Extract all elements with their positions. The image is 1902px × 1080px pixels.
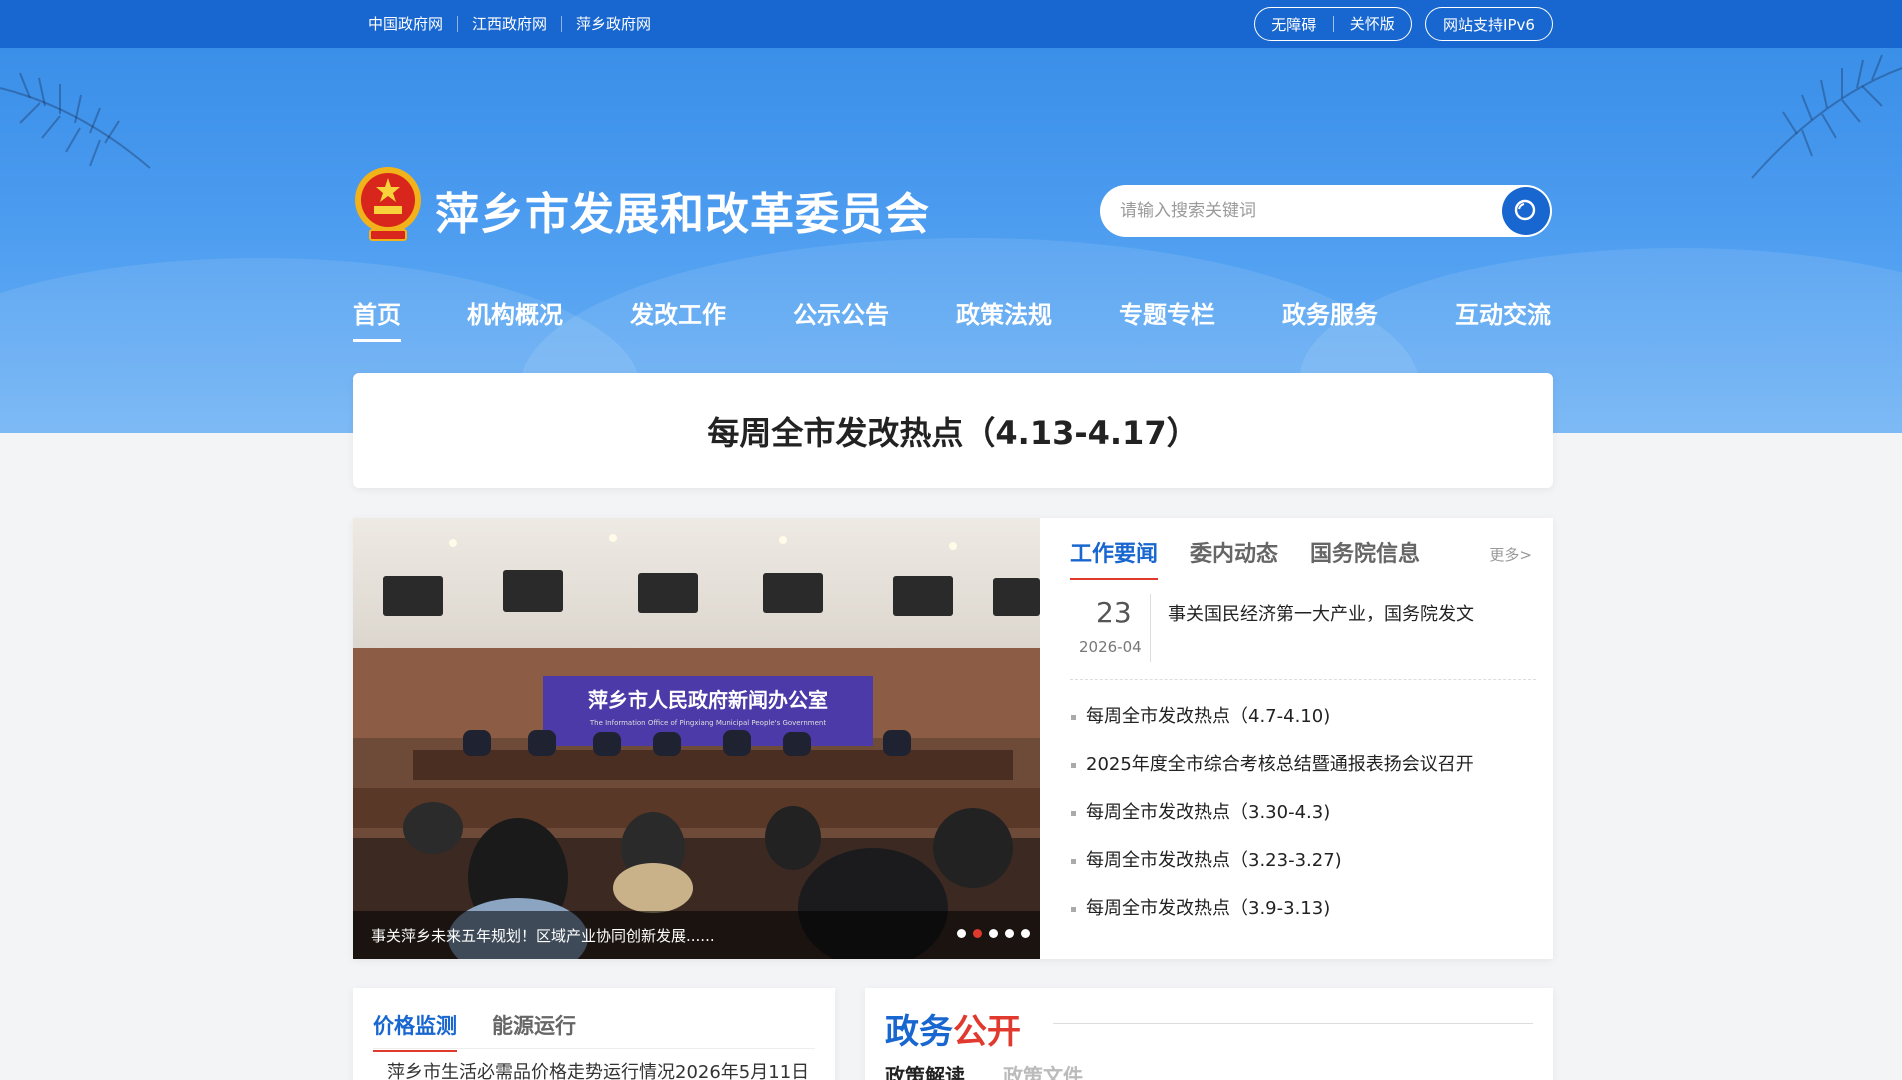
feature-year-month: 2026-04: [1079, 638, 1142, 656]
news-block: 萍乡市人民政府新闻办公室 The Information Office of P…: [353, 518, 1553, 959]
portal-links: 中国政府网 江西政府网 萍乡政府网: [368, 0, 665, 48]
gov-open-title-a: 政务: [885, 1012, 953, 1052]
list-item[interactable]: 2025年度全市综合考核总结暨通报表扬会议召开: [1070, 741, 1536, 789]
nav-reform-work[interactable]: 发改工作: [630, 295, 726, 330]
headline-title: 每周全市发改热点（4.13-4.17）: [707, 413, 1199, 452]
nav-organization[interactable]: 机构概况: [467, 295, 563, 330]
banner-subtext: The Information Office of Pingxiang Muni…: [589, 719, 827, 727]
care-mode-button[interactable]: 关怀版: [1332, 16, 1412, 32]
tab-policy-documents[interactable]: 政策文件: [1003, 1060, 1083, 1080]
nav-special-topics[interactable]: 专题专栏: [1119, 295, 1215, 330]
carousel-dot[interactable]: [1005, 929, 1014, 938]
nav-gov-services[interactable]: 政务服务: [1282, 295, 1378, 330]
banner-text: 萍乡市人民政府新闻办公室: [588, 688, 828, 712]
press-conference-image: 萍乡市人民政府新闻办公室 The Information Office of P…: [353, 518, 1040, 959]
list-item[interactable]: 每周全市发改热点（3.23-3.27): [1070, 837, 1536, 885]
nav-interaction[interactable]: 互动交流: [1455, 295, 1551, 330]
gov-open-title: 政务公开: [885, 1004, 1021, 1053]
nav-announcements[interactable]: 公示公告: [793, 295, 889, 330]
feature-day: 23: [1096, 596, 1132, 629]
divider: [1150, 594, 1151, 662]
ipv6-label: 网站支持IPv6: [1443, 15, 1535, 34]
price-energy-card: 价格监测 能源运行 萍乡市生活必需品价格走势运行情况2026年5月11日: [353, 988, 835, 1080]
top-utility-bar: 中国政府网 江西政府网 萍乡政府网 无障碍 关怀版 网站支持IPv6: [0, 0, 1902, 48]
gov-open-title-b: 公开: [953, 1012, 1021, 1052]
accessibility-pill: 无障碍 关怀版: [1254, 7, 1412, 41]
carousel-dot[interactable]: [973, 929, 982, 938]
list-item[interactable]: 萍乡市生活必需品价格走势运行情况2026年5月11日: [387, 1058, 809, 1080]
main-nav: 首页 机构概况 发改工作 公示公告 政策法规 专题专栏 政务服务 互动交流: [0, 295, 1902, 345]
accessibility-button[interactable]: 无障碍: [1255, 14, 1333, 35]
tab-work-news[interactable]: 工作要闻: [1070, 536, 1159, 580]
pine-branch-icon: [0, 72, 151, 169]
search-box: [1100, 185, 1552, 237]
tab-energy-operation[interactable]: 能源运行: [492, 1010, 576, 1040]
divider: [373, 1048, 815, 1049]
tab-price-monitoring[interactable]: 价格监测: [373, 1010, 457, 1052]
tab-policy-interpretation[interactable]: 政策解读: [885, 1060, 965, 1080]
search-button[interactable]: [1502, 187, 1550, 235]
carousel-dot[interactable]: [1021, 929, 1030, 938]
tab-internal-updates[interactable]: 委内动态: [1190, 536, 1278, 568]
ipv6-badge[interactable]: 网站支持IPv6: [1425, 7, 1553, 41]
link-pingxiang-gov[interactable]: 萍乡政府网: [561, 16, 665, 32]
headline-card[interactable]: 每周全市发改热点（4.13-4.17）: [353, 373, 1553, 488]
carousel-dot[interactable]: [989, 929, 998, 938]
divider: [1053, 1023, 1533, 1024]
gov-open-card: 政务公开 政策解读 政策文件: [865, 988, 1553, 1080]
featured-news[interactable]: 23 2026-04 事关国民经济第一大产业，国务院发文: [1070, 590, 1536, 680]
link-china-gov[interactable]: 中国政府网: [368, 16, 457, 32]
list-item[interactable]: 每周全市发改热点（3.30-4.3): [1070, 789, 1536, 837]
news-list: 每周全市发改热点（4.7-4.10) 2025年度全市综合考核总结暨通报表扬会议…: [1070, 693, 1536, 933]
search-input[interactable]: [1120, 185, 1490, 237]
more-link[interactable]: 更多>: [1489, 544, 1532, 565]
nav-policies[interactable]: 政策法规: [956, 295, 1052, 330]
site-title: 萍乡市发展和改革委员会: [435, 189, 930, 240]
feature-title: 事关国民经济第一大产业，国务院发文: [1168, 604, 1474, 625]
list-item[interactable]: 每周全市发改热点（3.9-3.13): [1070, 885, 1536, 933]
carousel-photo[interactable]: 萍乡市人民政府新闻办公室 The Information Office of P…: [353, 518, 1040, 959]
pine-branch-icon: [1751, 54, 1902, 179]
search-icon: [1514, 199, 1536, 221]
carousel-dots: [957, 929, 1030, 938]
news-tabs: 工作要闻 委内动态 国务院信息 更多>: [1070, 536, 1536, 580]
carousel-caption[interactable]: 事关萍乡未来五年规划！区域产业协同创新发展......: [371, 925, 715, 946]
list-item[interactable]: 每周全市发改热点（4.7-4.10): [1070, 693, 1536, 741]
link-jiangxi-gov[interactable]: 江西政府网: [457, 16, 561, 32]
tab-state-council[interactable]: 国务院信息: [1310, 536, 1420, 568]
carousel-caption-bar: 事关萍乡未来五年规划！区域产业协同创新发展......: [353, 911, 1040, 959]
national-emblem-icon: [355, 167, 421, 241]
nav-home[interactable]: 首页: [353, 295, 401, 342]
carousel-dot[interactable]: [957, 929, 966, 938]
